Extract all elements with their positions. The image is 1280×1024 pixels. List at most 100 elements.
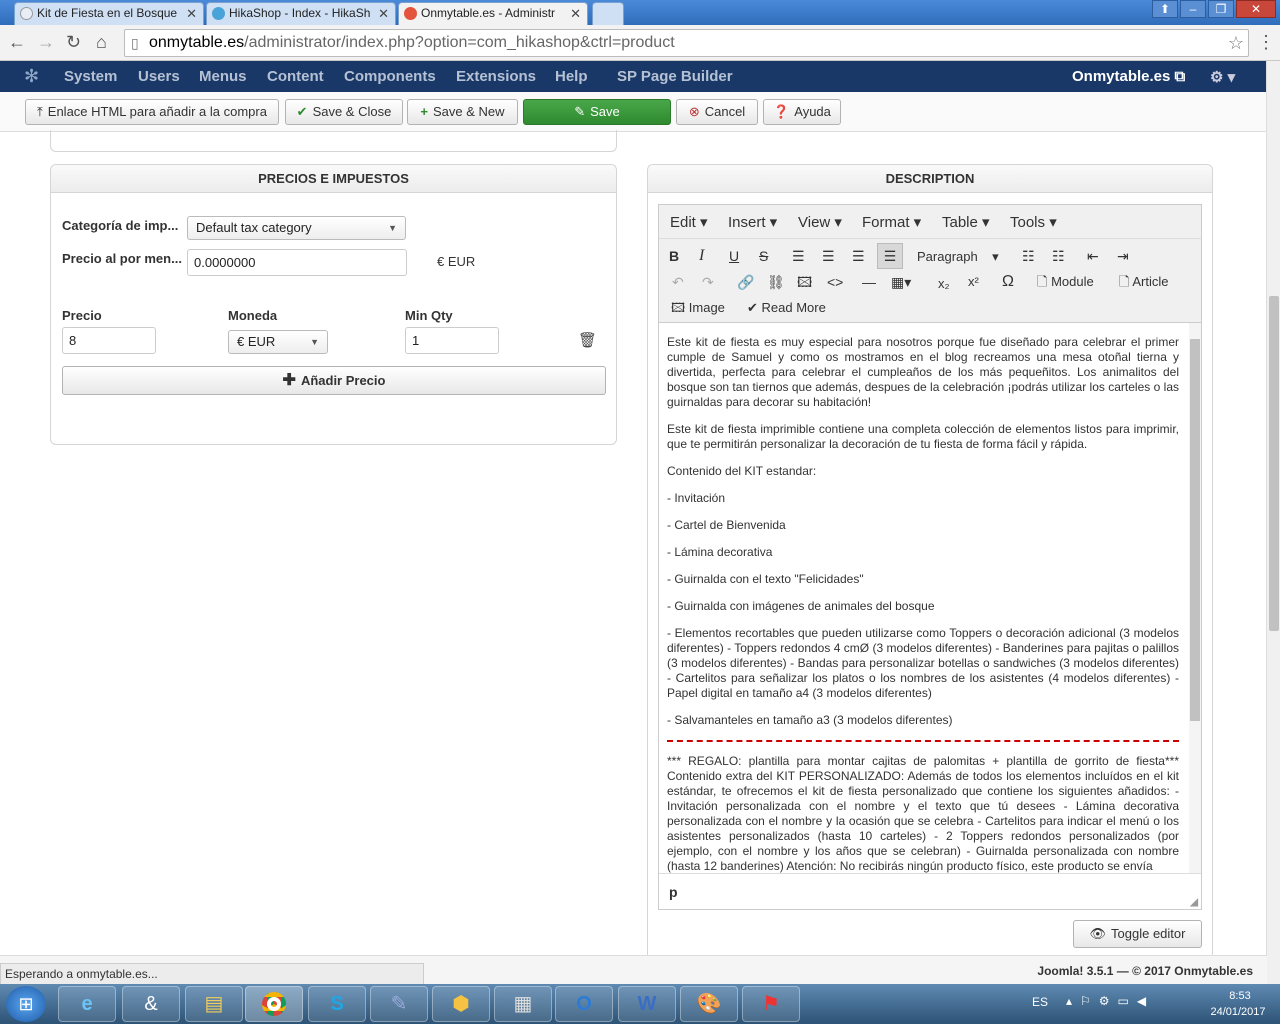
menu-help[interactable]: Help xyxy=(555,68,588,85)
subscript-icon[interactable]: x₂ xyxy=(938,275,950,293)
paint-icon[interactable]: 🎨 xyxy=(680,986,738,1022)
settings-gear-icon[interactable]: ⚙ ▾ xyxy=(1210,68,1235,86)
add-price-button[interactable]: ✚ Añadir Precio xyxy=(62,366,606,395)
ampersand-app-icon[interactable]: & xyxy=(122,986,180,1022)
bookmark-star-icon[interactable]: ☆ xyxy=(1228,30,1244,56)
outlook-icon[interactable]: O xyxy=(555,986,613,1022)
unlink-icon[interactable]: ⛓ xyxy=(767,273,785,291)
align-center-icon[interactable]: ☰ xyxy=(822,247,835,265)
browser-tab[interactable]: Kit de Fiesta en el Bosque ✕ xyxy=(14,2,204,25)
price-input[interactable]: 8 xyxy=(62,327,156,354)
readmore-button[interactable]: ✔ Read More xyxy=(747,299,826,317)
skype-icon[interactable]: S xyxy=(308,986,366,1022)
indent-icon[interactable]: ⇥ xyxy=(1117,247,1129,265)
restore-icon[interactable]: ❐ xyxy=(1208,0,1234,18)
new-tab-button[interactable] xyxy=(592,2,624,25)
bullet-list-icon[interactable]: ☷ xyxy=(1022,247,1035,265)
acrobat-icon[interactable]: ⚑ xyxy=(742,986,800,1022)
menu-icon[interactable]: ⋮ xyxy=(1257,32,1275,52)
currency-select[interactable]: € EUR ▼ xyxy=(228,330,328,354)
close-tab-icon[interactable]: ✕ xyxy=(186,3,197,24)
editor-content-area[interactable]: Este kit de fiesta es muy especial para … xyxy=(659,323,1189,873)
close-window-icon[interactable]: ✕ xyxy=(1236,0,1276,18)
menu-system[interactable]: System xyxy=(64,68,117,85)
resize-handle-icon[interactable]: ◢ xyxy=(1190,897,1198,909)
html-link-button[interactable]: ⤒ Enlace HTML para añadir a la compra xyxy=(25,99,279,125)
forward-icon[interactable]: → xyxy=(37,32,55,52)
align-justify-icon[interactable]: ☰ xyxy=(877,243,903,269)
reload-icon[interactable]: ↻ xyxy=(66,32,81,52)
toggle-editor-button[interactable]: 👁 Toggle editor xyxy=(1073,920,1202,948)
joomla-logo-icon[interactable]: ✻ xyxy=(24,66,39,87)
menu-components[interactable]: Components xyxy=(344,68,436,85)
minimize-icon[interactable]: – xyxy=(1180,0,1206,18)
back-icon[interactable]: ← xyxy=(8,32,26,52)
word-icon[interactable]: W xyxy=(618,986,676,1022)
menu-edit[interactable]: Edit ▾ xyxy=(670,213,708,231)
menu-format[interactable]: Format ▾ xyxy=(862,213,921,231)
scrollbar-thumb[interactable] xyxy=(1190,339,1200,721)
internet-explorer-icon[interactable]: e xyxy=(58,986,116,1022)
user-icon[interactable]: ⬆ xyxy=(1152,0,1178,18)
close-tab-icon[interactable]: ✕ xyxy=(570,3,581,24)
code-icon[interactable]: <> xyxy=(827,273,843,291)
align-right-icon[interactable]: ☰ xyxy=(852,247,865,265)
outdent-icon[interactable]: ⇤ xyxy=(1087,247,1099,265)
browser-tab-active[interactable]: Onmytable.es - Administr ✕ xyxy=(398,2,588,25)
trash-icon[interactable]: 🗑 xyxy=(578,331,597,349)
block-format-select[interactable]: Paragraph ▾ xyxy=(917,248,999,266)
menu-view[interactable]: View ▾ xyxy=(798,213,842,231)
help-button[interactable]: ❓ Ayuda xyxy=(763,99,841,125)
menu-extensions[interactable]: Extensions xyxy=(456,68,536,85)
module-button[interactable]: 🗋 Module xyxy=(1037,273,1094,291)
clock-date[interactable]: 24/01/2017 xyxy=(1206,1006,1270,1018)
menu-sp-page-builder[interactable]: SP Page Builder xyxy=(617,68,733,85)
editor-scrollbar[interactable] xyxy=(1189,323,1201,873)
language-indicator[interactable]: ES xyxy=(1032,995,1048,1009)
superscript-icon[interactable]: x² xyxy=(968,273,979,291)
underline-icon[interactable]: U xyxy=(729,247,739,265)
tax-category-select[interactable]: Default tax category ▼ xyxy=(187,216,406,240)
retail-price-input[interactable]: 0.0000000 xyxy=(187,249,407,276)
cancel-button[interactable]: ⊗ Cancel xyxy=(676,99,758,125)
chrome-icon[interactable] xyxy=(245,986,303,1022)
home-icon[interactable]: ⌂ xyxy=(96,32,107,52)
italic-icon[interactable]: I xyxy=(699,247,704,265)
align-left-icon[interactable]: ☰ xyxy=(792,247,805,265)
menu-menus[interactable]: Menus xyxy=(199,68,247,85)
clock-time[interactable]: 8:53 xyxy=(1214,990,1266,1002)
minqty-input[interactable]: 1 xyxy=(405,327,499,354)
table-icon[interactable]: ▦▾ xyxy=(891,273,911,291)
page-scrollbar[interactable] xyxy=(1266,61,1280,984)
file-explorer-icon[interactable]: ▤ xyxy=(185,986,243,1022)
notepad-icon[interactable]: ✎ xyxy=(370,986,428,1022)
image-icon[interactable]: 🖾 xyxy=(797,273,812,291)
save-close-button[interactable]: ✔ Save & Close xyxy=(285,99,403,125)
redo-icon[interactable]: ↷ xyxy=(702,273,714,291)
bold-icon[interactable]: B xyxy=(669,247,679,265)
strikethrough-icon[interactable]: S xyxy=(759,247,768,265)
tray-icons[interactable]: ▴⚐⚙▭◀ xyxy=(1066,994,1154,1008)
numbered-list-icon[interactable]: ☷ xyxy=(1052,247,1065,265)
save-button[interactable]: ✎ Save xyxy=(523,99,671,125)
windows-start-icon[interactable]: ⊞ xyxy=(6,986,46,1022)
article-button[interactable]: 🗋 Article xyxy=(1119,273,1168,291)
undo-icon[interactable]: ↶ xyxy=(672,273,684,291)
browser-tab[interactable]: HikaShop - Index - HikaSh ✕ xyxy=(206,2,396,25)
shortcut-app-icon[interactable]: ⬢ xyxy=(432,986,490,1022)
horizontal-rule-icon[interactable]: — xyxy=(862,273,876,291)
menu-users[interactable]: Users xyxy=(138,68,180,85)
menu-table[interactable]: Table ▾ xyxy=(942,213,990,231)
link-icon[interactable]: 🔗 xyxy=(737,273,754,291)
special-char-icon[interactable]: Ω xyxy=(1002,273,1014,291)
url-input[interactable]: ▯ onmytable.es/administrator/index.php?o… xyxy=(124,29,1249,57)
menu-tools[interactable]: Tools ▾ xyxy=(1010,213,1057,231)
scrollbar-thumb[interactable] xyxy=(1269,296,1279,631)
site-link[interactable]: Onmytable.es ⧉ xyxy=(1072,68,1185,85)
close-tab-icon[interactable]: ✕ xyxy=(378,3,389,24)
image-button[interactable]: 🖾 Image xyxy=(671,299,725,317)
menu-content[interactable]: Content xyxy=(267,68,324,85)
save-new-button[interactable]: + Save & New xyxy=(407,99,518,125)
menu-insert[interactable]: Insert ▾ xyxy=(728,213,777,231)
calculator-icon[interactable]: ▦ xyxy=(494,986,552,1022)
